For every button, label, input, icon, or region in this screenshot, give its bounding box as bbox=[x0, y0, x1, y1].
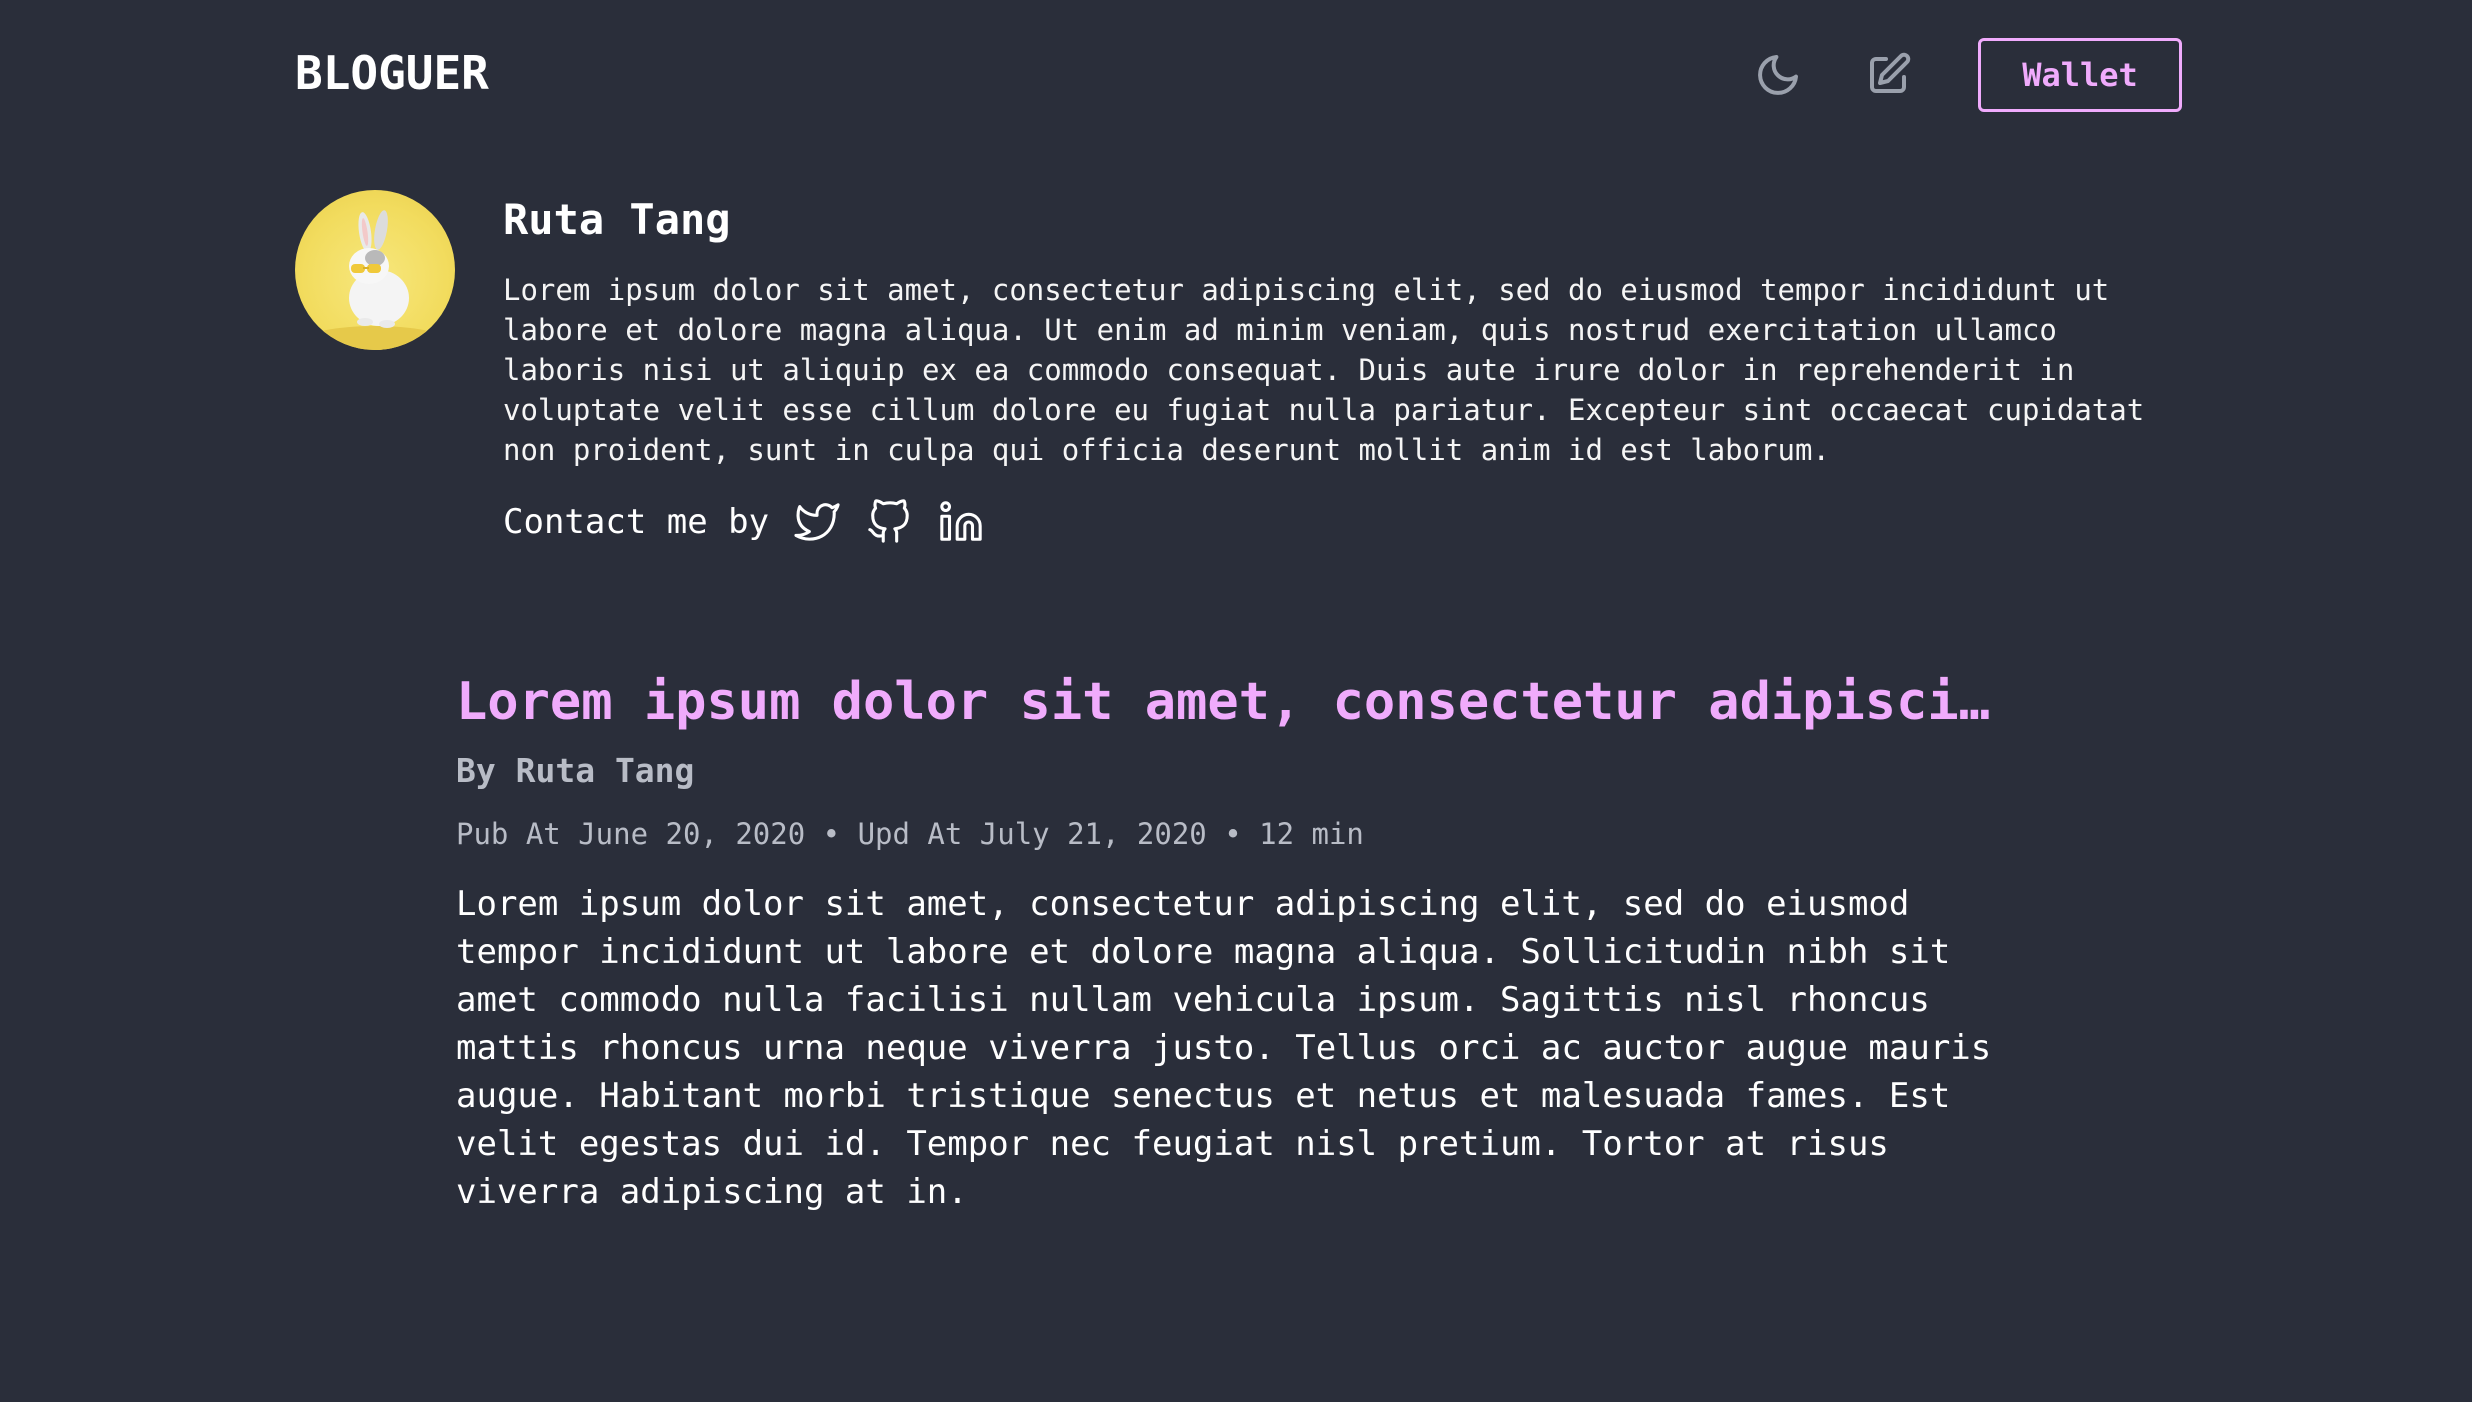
post-meta: Pub At June 20, 2020 • Upd At July 21, 2… bbox=[456, 817, 1364, 851]
site-logo[interactable]: BLOGUER bbox=[295, 46, 489, 100]
site-header: BLOGUER Wallet bbox=[295, 38, 2182, 112]
edit-icon bbox=[1870, 52, 1911, 93]
github-link[interactable] bbox=[865, 498, 913, 546]
moon-icon bbox=[1758, 55, 1798, 95]
post-title-link[interactable]: Lorem ipsum dolor sit amet, consectetur … bbox=[456, 668, 1996, 736]
contact-row: Contact me by bbox=[503, 498, 2175, 546]
github-icon bbox=[868, 499, 909, 543]
post-author: By Ruta Tang bbox=[456, 751, 695, 790]
post-excerpt: Lorem ipsum dolor sit amet, consectetur … bbox=[456, 884, 1992, 1212]
linkedin-icon bbox=[940, 501, 982, 541]
theme-toggle-button[interactable] bbox=[1751, 48, 1805, 102]
linkedin-link[interactable] bbox=[937, 498, 985, 546]
twitter-link[interactable] bbox=[793, 498, 841, 546]
wallet-button[interactable]: Wallet bbox=[1978, 38, 2182, 112]
rabbit-avatar-image bbox=[305, 210, 445, 350]
contact-label: Contact me by bbox=[503, 502, 770, 542]
twitter-icon bbox=[794, 503, 840, 541]
author-bio: Lorem ipsum dolor sit amet, consectetur … bbox=[503, 273, 2145, 467]
post-card: Lorem ipsum dolor sit amet, consectetur … bbox=[456, 668, 2016, 1216]
write-post-button[interactable] bbox=[1861, 48, 1915, 102]
author-name: Ruta Tang bbox=[503, 195, 731, 244]
profile-body: Ruta Tang Lorem ipsum dolor sit amet, co… bbox=[503, 190, 2175, 546]
avatar bbox=[295, 190, 455, 350]
